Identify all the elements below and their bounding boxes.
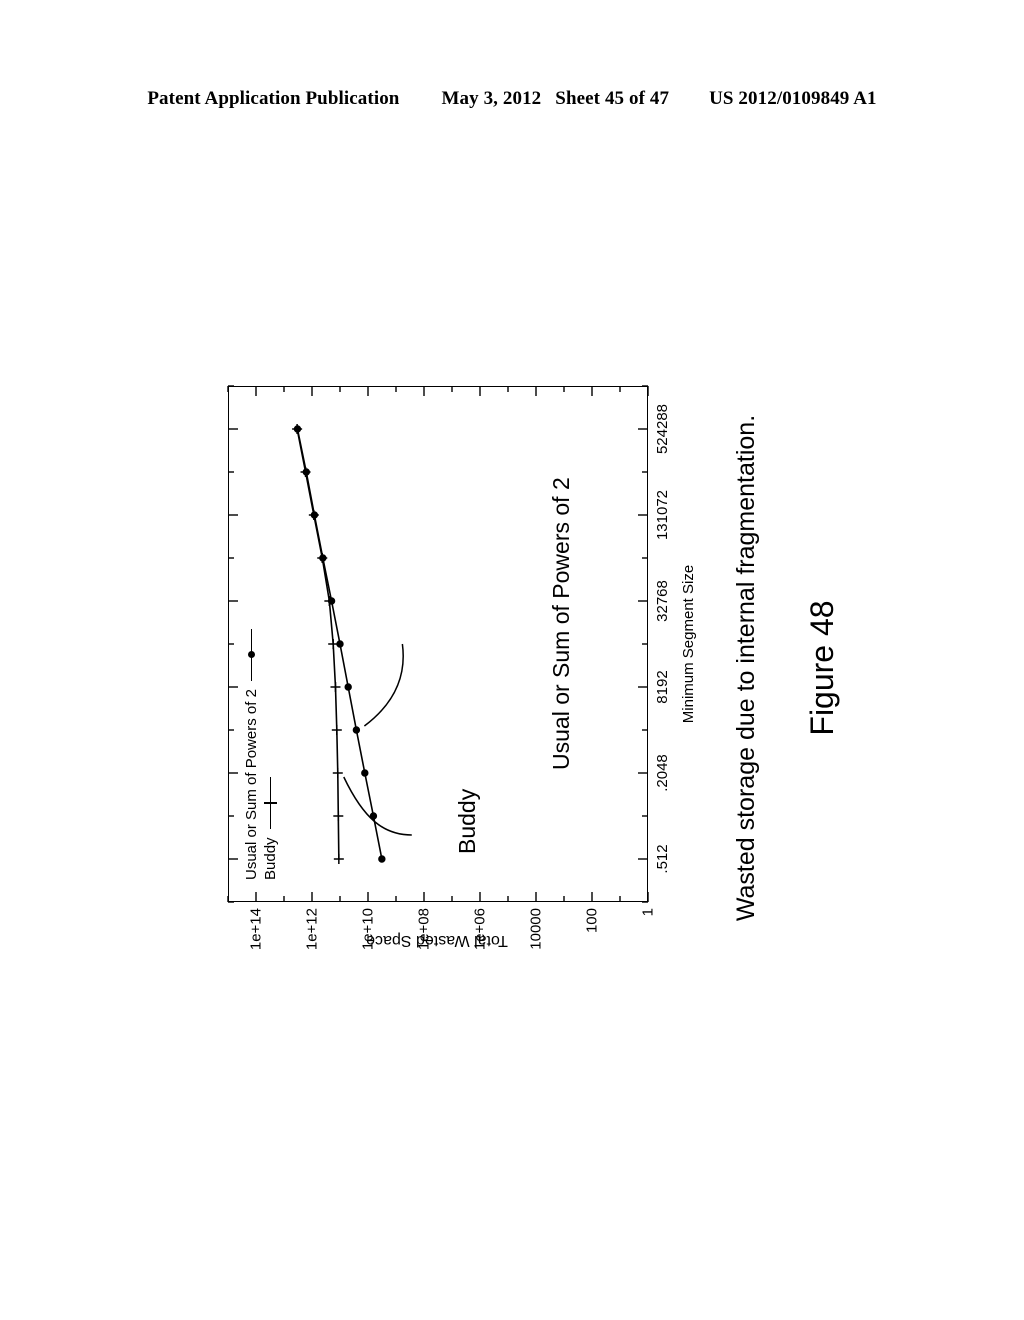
data-point: [361, 769, 369, 777]
legend-entry-buddy: Buddy: [261, 629, 280, 880]
chart-plot-area: Usual or Sum of Powers of 2 Buddy Buddy …: [218, 364, 697, 966]
figure-block: Usual or Sum of Powers of 2 Buddy Buddy …: [132, 348, 892, 988]
callout-leader-lines: [343, 643, 412, 836]
callout-buddy: Buddy: [454, 788, 480, 854]
figure-caption: Wasted storage due to internal fragmenta…: [732, 414, 760, 922]
x-tick-label: 524288: [654, 403, 671, 455]
publication-label: Patent Application Publication: [147, 88, 400, 109]
patent-header: Patent Application Publication May 3, 20…: [0, 88, 1024, 110]
x-tick-label: 131072: [654, 489, 671, 541]
y-tick-label: 1e+12: [303, 908, 321, 951]
leader-usual: [363, 643, 404, 727]
y-tick-label: 1: [639, 908, 657, 917]
x-tick-label: .2048: [654, 754, 671, 792]
x-axis-title: Minimum Segment Size: [680, 564, 697, 724]
y-tick-label: 1e+10: [359, 908, 377, 951]
publication-date: May 3, 2012: [441, 88, 542, 109]
figure-number: Figure 48: [804, 600, 840, 736]
sheet-number: Sheet 45 of 47: [555, 88, 670, 109]
y-tick-label: 1e+06: [471, 908, 489, 951]
data-point: [344, 683, 352, 691]
x-tick-label: .512: [654, 844, 671, 874]
x-axis-ticks: [228, 385, 648, 903]
chart-legend: Usual or Sum of Powers of 2 Buddy: [242, 629, 280, 880]
legend-marker-plus: [261, 777, 280, 830]
x-tick-label: 8192: [654, 670, 671, 704]
patent-number: US 2012/0109849 A1: [709, 88, 877, 109]
y-tick-label: 10000: [527, 908, 545, 950]
legend-label-usual: Usual or Sum of Powers of 2: [243, 689, 260, 880]
y-tick-label: 100: [583, 908, 601, 934]
chart-canvas: [227, 385, 649, 903]
data-point: [378, 855, 386, 863]
y-tick-label: 1e+14: [247, 908, 265, 951]
leader-buddy: [343, 776, 412, 836]
legend-entry-usual: Usual or Sum of Powers of 2: [242, 629, 261, 880]
callout-usual: Usual or Sum of Powers of 2: [548, 477, 574, 770]
y-axis-ticks: [227, 386, 649, 902]
y-tick-label: 1e+08: [415, 908, 433, 951]
legend-marker-dot: [242, 629, 261, 682]
data-point: [352, 726, 361, 734]
x-tick-label: 32768: [654, 580, 671, 622]
legend-label-buddy: Buddy: [262, 837, 279, 880]
